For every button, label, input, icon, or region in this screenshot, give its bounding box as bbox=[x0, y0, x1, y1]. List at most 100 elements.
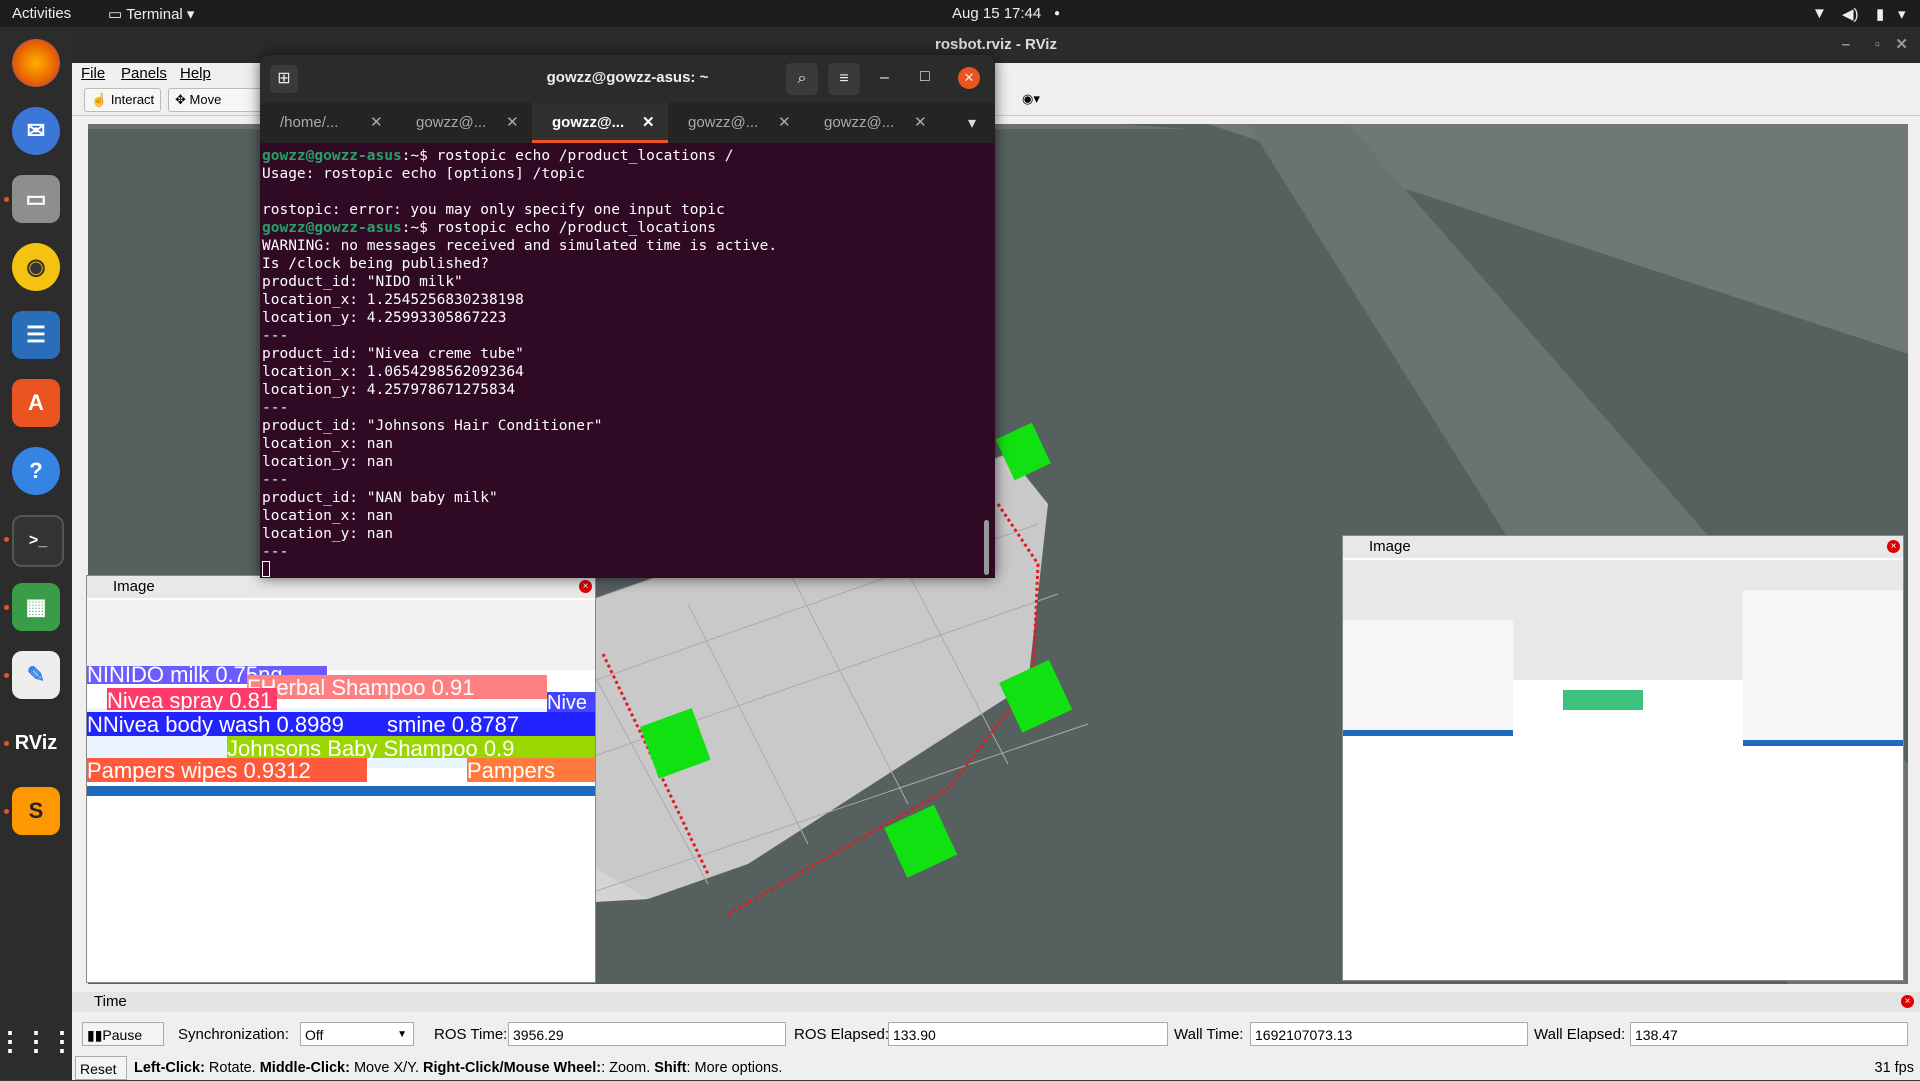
time-panel-header: Time bbox=[72, 992, 1920, 1012]
terminal-tab-active[interactable]: gowzz@... ✕ bbox=[532, 103, 668, 143]
clock[interactable]: Aug 15 17:44 bbox=[952, 5, 1041, 22]
terminal-cursor bbox=[262, 561, 270, 577]
app-menu-label: Terminal bbox=[126, 6, 183, 23]
terminal-line-text: location_x: 1.2545256830238198 bbox=[262, 292, 524, 308]
app-grid-icon[interactable]: ⋮⋮⋮ bbox=[0, 1017, 75, 1065]
tab-label: /home/... bbox=[280, 114, 339, 131]
wall-time-field[interactable]: 1692107073.13 bbox=[1250, 1022, 1528, 1046]
wall-elapsed-field[interactable]: 138.47 bbox=[1630, 1022, 1908, 1046]
tab-close-icon[interactable]: ✕ bbox=[778, 103, 791, 143]
shelf-right bbox=[1743, 590, 1903, 746]
ros-elapsed-field[interactable]: 133.90 bbox=[888, 1022, 1168, 1046]
activities-button[interactable]: Activities bbox=[12, 5, 71, 22]
terminal-line-text: location_y: 4.257978671275834 bbox=[262, 382, 516, 398]
det-label-2: FHerbal Shampoo 0.91 bbox=[247, 675, 547, 700]
hand-icon: ☝ bbox=[91, 92, 108, 107]
battery-icon[interactable]: ▮ bbox=[1876, 5, 1884, 23]
terminal-tab[interactable]: gowzz@... ✕ bbox=[668, 103, 804, 143]
menu-file[interactable]: File bbox=[81, 65, 105, 82]
calc-icon[interactable]: ▦ bbox=[12, 583, 60, 631]
status-hint: Left-Click: Rotate. Middle-Click: Move X… bbox=[134, 1060, 783, 1076]
terminal-line-text: Usage: rostopic echo [options] /topic bbox=[262, 166, 586, 182]
volume-icon[interactable]: ◀) bbox=[1842, 5, 1859, 23]
minimize-icon[interactable]: – bbox=[880, 69, 889, 87]
fps-readout: 31 fps bbox=[1874, 1060, 1915, 1076]
menu-icon[interactable]: ≡ bbox=[828, 63, 860, 95]
det-label-9: Pampers bbox=[467, 758, 595, 783]
terminal-line: rostopic: error: you may only specify on… bbox=[262, 201, 982, 219]
terminal-line-text: --- bbox=[262, 472, 289, 488]
tab-close-icon[interactable]: ✕ bbox=[914, 103, 927, 143]
menu-panels[interactable]: Panels bbox=[121, 65, 167, 82]
terminal-tab[interactable]: gowzz@... ✕ bbox=[804, 103, 940, 143]
wall-time-label: Wall Time: bbox=[1174, 1026, 1244, 1043]
eye-icon[interactable]: ◉▾ bbox=[1022, 91, 1040, 107]
terminal-line-text: location_y: 4.25993305867223 bbox=[262, 310, 507, 326]
terminal-line-text bbox=[262, 184, 271, 200]
terminal-line-text: product_id: "NIDO milk" bbox=[262, 274, 463, 290]
sync-select[interactable]: Off ▼ bbox=[300, 1022, 414, 1046]
chevron-down-icon: ▼ bbox=[397, 1029, 407, 1040]
terminal-line: location_x: 1.0654298562092364 bbox=[262, 363, 982, 381]
terminal-line-text: location_x: nan bbox=[262, 436, 393, 452]
rhythmbox-icon[interactable]: ◉ bbox=[12, 243, 60, 291]
sublime-icon[interactable]: S bbox=[12, 787, 60, 835]
terminal-scrollbar[interactable] bbox=[984, 520, 989, 575]
search-icon[interactable]: ⌕ bbox=[786, 63, 818, 95]
help-icon[interactable]: ? bbox=[12, 447, 60, 495]
maximize-icon[interactable]: □ bbox=[920, 68, 930, 86]
interact-tool[interactable]: ☝ Interact bbox=[84, 88, 162, 112]
tab-close-icon[interactable]: ✕ bbox=[370, 103, 383, 143]
close-icon[interactable]: ✕ bbox=[958, 67, 980, 89]
firefox-icon[interactable] bbox=[12, 39, 60, 87]
terminal-app-menu[interactable]: ▭ Terminal ▾ bbox=[108, 5, 194, 23]
tab-label: gowzz@... bbox=[552, 114, 625, 131]
close-time-panel-button[interactable]: × bbox=[1901, 995, 1914, 1008]
pause-button[interactable]: ▮▮Pause bbox=[82, 1022, 164, 1046]
tabs-dropdown-icon[interactable]: ▾ bbox=[968, 113, 976, 133]
app-center-icon[interactable]: A bbox=[12, 379, 60, 427]
terminal-line-text: location_y: nan bbox=[262, 526, 393, 542]
close-panel-button[interactable]: × bbox=[1887, 540, 1900, 553]
reset-button[interactable]: Reset bbox=[75, 1056, 127, 1080]
wifi-icon[interactable]: ▼ bbox=[1812, 5, 1827, 22]
text-editor-icon[interactable]: ✎ bbox=[12, 651, 60, 699]
product-marker-3 bbox=[884, 804, 958, 878]
terminal-tabs: /home/... ✕ gowzz@... ✕ gowzz@... ✕ gowzz@.… bbox=[260, 103, 995, 143]
system-menu-icon[interactable]: ▾ bbox=[1898, 5, 1906, 23]
menu-help[interactable]: Help bbox=[180, 65, 211, 82]
thunderbird-icon[interactable]: ✉ bbox=[12, 107, 60, 155]
tab-close-icon[interactable]: ✕ bbox=[506, 103, 519, 143]
terminal-line: --- bbox=[262, 399, 982, 417]
tab-close-icon[interactable]: ✕ bbox=[642, 103, 655, 143]
terminal-icon[interactable]: >_ bbox=[12, 515, 64, 567]
rviz-icon[interactable]: RViz bbox=[12, 719, 60, 767]
dock: ✉ ▭ ◉ ☰ A ? >_ ▦ ✎ RViz S ⋮⋮⋮ bbox=[0, 27, 75, 1080]
pause-label: Pause bbox=[102, 1027, 143, 1043]
terminal-line-text: product_id: "Johnsons Hair Conditioner" bbox=[262, 418, 603, 434]
rviz-title: rosbot.rviz - RViz bbox=[935, 36, 1057, 53]
image-panel-right-header: Image bbox=[1343, 536, 1903, 558]
det-label-3: Nivea spray 0.81 bbox=[107, 688, 277, 713]
terminal-prompt: gowzz@gowzz-asus bbox=[262, 220, 402, 236]
move-camera-tool[interactable]: ✥ Move Camer bbox=[168, 88, 262, 112]
terminal-line: gowzz@gowzz-asus:~$ rostopic echo /produ… bbox=[262, 219, 982, 237]
close-panel-button[interactable]: × bbox=[579, 580, 592, 593]
minimize-button[interactable]: – bbox=[1842, 27, 1850, 63]
interact-label: Interact bbox=[110, 92, 155, 107]
close-button[interactable]: ✕ bbox=[1895, 27, 1908, 63]
terminal-line-text: :~$ rostopic echo /product_locations bbox=[401, 220, 716, 236]
terminal-line: WARNING: no messages received and simula… bbox=[262, 237, 982, 255]
terminal-header: ⊞ gowzz@gowzz-asus: ~ ⌕ ≡ – □ ✕ bbox=[260, 55, 995, 103]
files-icon[interactable]: ▭ bbox=[12, 175, 60, 223]
maximize-button[interactable]: ▫ bbox=[1875, 27, 1880, 63]
terminal-output[interactable]: gowzz@gowzz-asus:~$ rostopic echo /produ… bbox=[262, 147, 982, 577]
writer-icon[interactable]: ☰ bbox=[12, 311, 60, 359]
terminal-line-text: --- bbox=[262, 400, 289, 416]
time-panel-title: Time bbox=[94, 993, 127, 1010]
terminal-line-text: location_x: 1.0654298562092364 bbox=[262, 364, 524, 380]
terminal-tab[interactable]: /home/... ✕ bbox=[260, 103, 396, 143]
sync-value: Off bbox=[305, 1027, 324, 1043]
ros-time-field[interactable]: 3956.29 bbox=[508, 1022, 786, 1046]
terminal-tab[interactable]: gowzz@... ✕ bbox=[396, 103, 532, 143]
